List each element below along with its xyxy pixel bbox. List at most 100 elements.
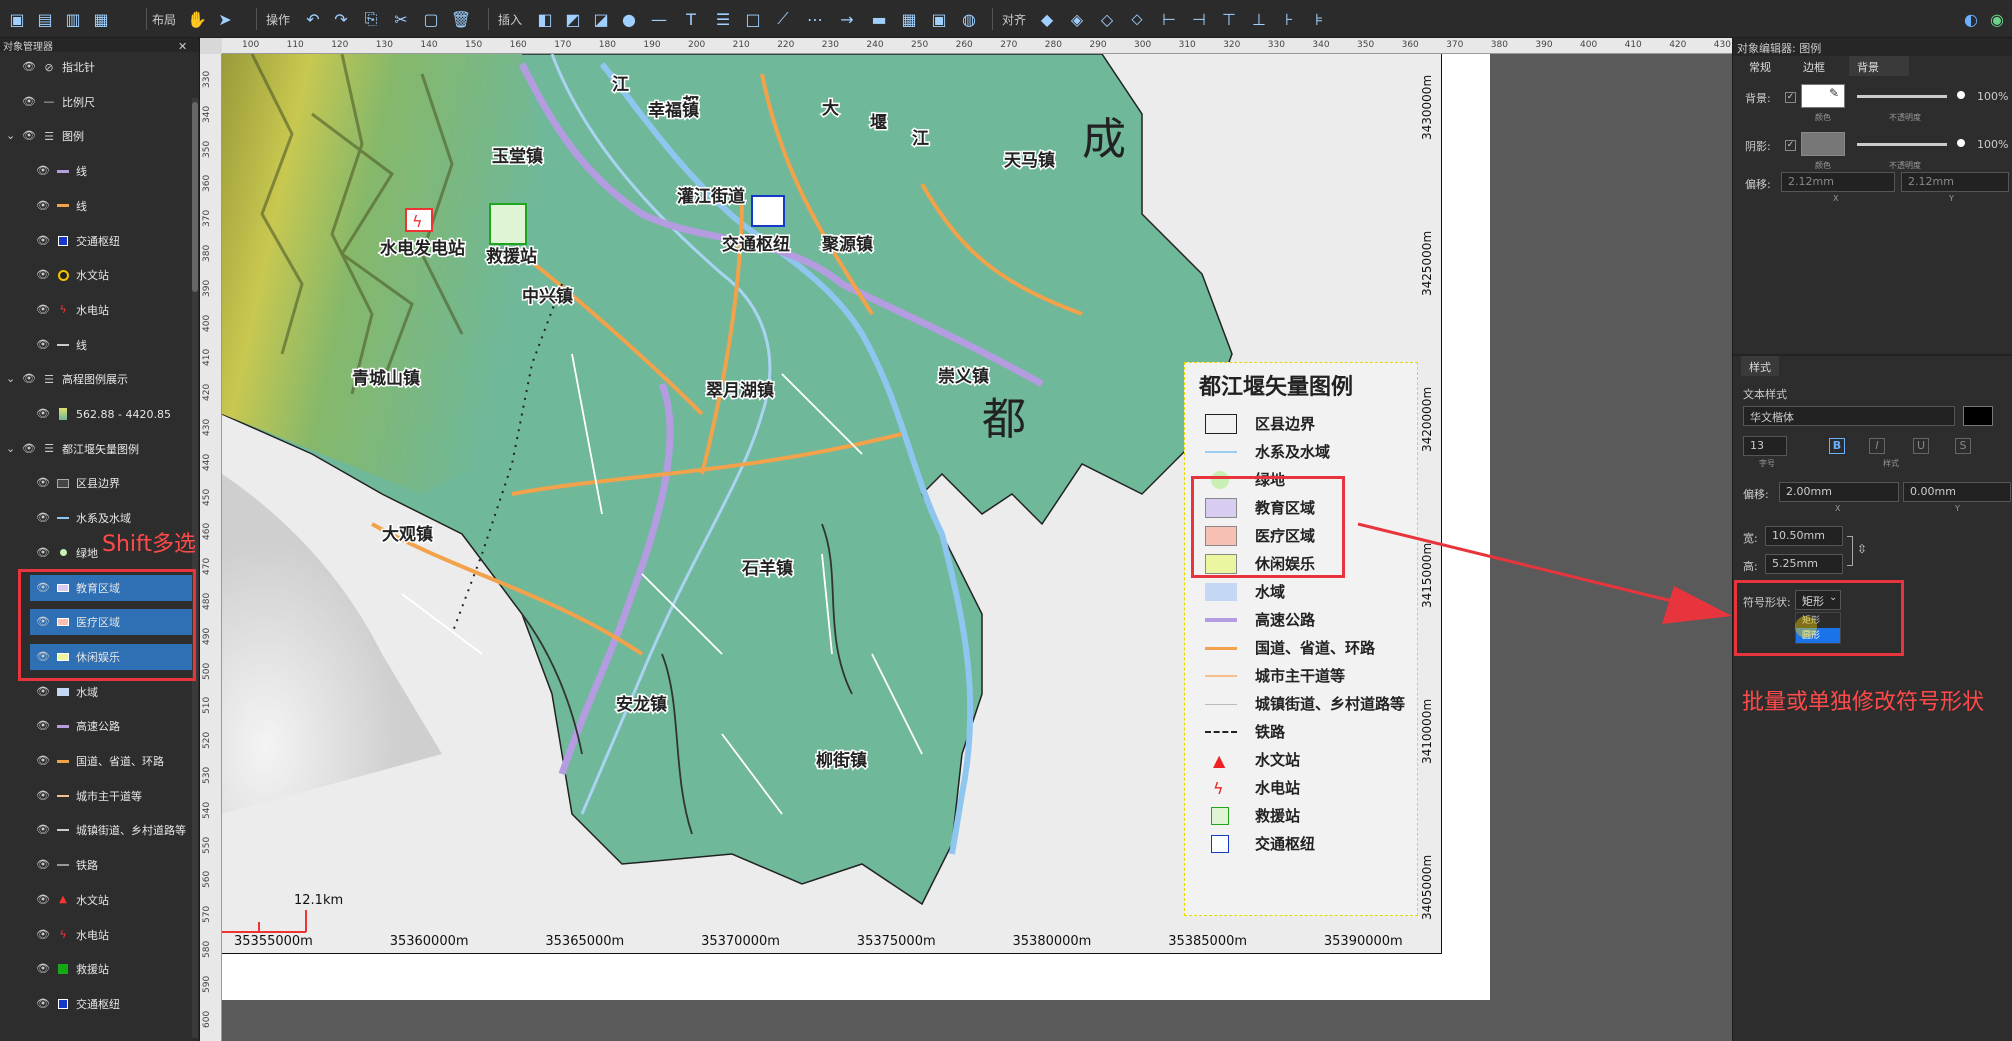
layer-item[interactable]: 👁 — 比例尺 — [0, 89, 192, 115]
insert-globe-icon[interactable]: ◍ — [958, 8, 980, 30]
send-backward-icon[interactable]: ◇ — [1096, 8, 1118, 30]
layer-list-scrollbar[interactable] — [192, 98, 198, 1038]
layer-item[interactable]: 👁 国道、省道、环路 — [0, 748, 192, 774]
legend-item[interactable]: 城市主干道等 — [1205, 665, 1415, 687]
align-middle-icon[interactable]: ⊦ — [1278, 8, 1300, 30]
strikeout-icon[interactable]: S — [1955, 438, 1971, 454]
legend-item[interactable]: 救援站 — [1205, 805, 1415, 827]
insert-map-icon[interactable]: ◧ — [534, 8, 556, 30]
save-icon[interactable]: ▤ — [34, 8, 56, 30]
visibility-eye-icon[interactable]: 👁 — [36, 477, 50, 489]
shadow-offset-x-input[interactable]: 2.12mm — [1781, 172, 1895, 192]
align-center-icon[interactable]: ⊣ — [1188, 8, 1210, 30]
layer-item[interactable]: 👁 562.88 - 4420.85 — [0, 401, 192, 427]
layer-item[interactable]: 👁 交通枢纽 — [0, 228, 192, 254]
legend-item[interactable]: 水系及水域 — [1205, 441, 1415, 463]
layer-item[interactable]: 👁 ⊘ 指北针 — [0, 54, 192, 80]
layer-item[interactable]: ⌄ 👁 ☰ 高程图例展示 — [0, 366, 192, 392]
layer-item[interactable]: 👁 线 — [0, 332, 192, 358]
account-icon[interactable]: ◉ — [1986, 8, 2008, 30]
insert-callout-icon[interactable]: ▬ — [868, 8, 890, 30]
visibility-eye-icon[interactable]: 👁 — [36, 685, 50, 698]
legend-item[interactable]: 城镇街道、乡村道路等 — [1205, 693, 1415, 715]
visibility-eye-icon[interactable]: 👁 — [36, 338, 50, 351]
layer-item[interactable]: ⌄ 👁 ☰ 图例 — [0, 123, 192, 149]
tab-border[interactable]: 边框 — [1795, 56, 1833, 76]
insert-line-icon[interactable]: — — [648, 8, 670, 30]
slider-handle[interactable] — [1957, 139, 1965, 147]
insert-arrow-icon[interactable]: → — [836, 8, 858, 30]
insert-picture-icon[interactable]: ◪ — [590, 8, 612, 30]
visibility-eye-icon[interactable]: 👁 — [22, 442, 36, 455]
background-checkbox[interactable]: ✓ — [1785, 92, 1796, 103]
underline-icon[interactable]: U — [1913, 438, 1929, 454]
text-offset-x-input[interactable]: 2.00mm — [1779, 482, 1899, 502]
font-size-select[interactable]: 13 — [1743, 436, 1787, 456]
print-icon[interactable]: ▦ — [90, 8, 112, 30]
layer-item[interactable]: 👁 高速公路 — [0, 713, 192, 739]
layer-item[interactable]: 👁 区县边界 — [0, 470, 192, 496]
visibility-eye-icon[interactable]: 👁 — [22, 61, 36, 73]
insert-image-icon[interactable]: ▣ — [928, 8, 950, 30]
eyedropper-icon[interactable]: ✎ — [1829, 86, 1843, 106]
collapse-chevron-icon[interactable]: ⌄ — [6, 442, 18, 455]
bold-icon[interactable]: B — [1829, 438, 1845, 454]
lock-ratio-icon[interactable]: ⇳ — [1857, 542, 1867, 556]
close-icon[interactable]: ✕ — [178, 40, 187, 53]
paste-icon[interactable]: ▢ — [420, 8, 442, 30]
layer-item[interactable]: 👁 救援站 — [0, 956, 192, 982]
visibility-eye-icon[interactable]: 👁 — [22, 373, 36, 385]
collapse-chevron-icon[interactable]: ⌄ — [6, 130, 18, 142]
copy-icon[interactable]: ⎘ — [360, 8, 382, 30]
redo-icon[interactable]: ↷ — [330, 8, 352, 30]
symbol-width-input[interactable]: 10.50mm — [1765, 526, 1843, 546]
visibility-eye-icon[interactable]: 👁 — [36, 234, 50, 247]
undo-icon[interactable]: ↶ — [302, 8, 324, 30]
help-icon[interactable]: ◐ — [1960, 8, 1982, 30]
visibility-eye-icon[interactable]: 👁 — [36, 997, 50, 1010]
new-file-icon[interactable]: ▣ — [6, 8, 28, 30]
layer-item[interactable]: 👁 水域 — [0, 679, 192, 705]
select-arrow-icon[interactable]: ➤ — [214, 8, 236, 30]
visibility-eye-icon[interactable]: 👁 — [36, 165, 50, 177]
insert-circle-icon[interactable]: ● — [618, 8, 640, 30]
layer-item[interactable]: 👁 城市主干道等 — [0, 783, 192, 809]
layer-item[interactable]: ⌄ 👁 ☰ 都江堰矢量图例 — [0, 436, 192, 462]
visibility-eye-icon[interactable]: 👁 — [36, 859, 50, 871]
visibility-eye-icon[interactable]: 👁 — [36, 720, 50, 732]
shadow-offset-y-input[interactable]: 2.12mm — [1901, 172, 2009, 192]
legend-item[interactable]: 铁路 — [1205, 721, 1415, 743]
shadow-checkbox[interactable]: ✓ — [1785, 140, 1796, 151]
insert-polyline-icon[interactable]: ⟋ — [772, 8, 794, 30]
collapse-chevron-icon[interactable]: ⌄ — [6, 373, 18, 385]
text-offset-y-input[interactable]: 0.00mm — [1903, 482, 2011, 502]
visibility-eye-icon[interactable]: 👁 — [36, 512, 50, 524]
layer-item[interactable]: 👁 线 — [0, 158, 192, 184]
insert-list-icon[interactable]: ☰ — [712, 8, 734, 30]
cut-icon[interactable]: ✂ — [390, 8, 412, 30]
align-right-icon[interactable]: ⊤ — [1218, 8, 1240, 30]
legend-item[interactable]: ϟ 水电站 — [1205, 777, 1415, 799]
italic-icon[interactable]: I — [1869, 438, 1885, 454]
visibility-eye-icon[interactable]: 👁 — [36, 928, 50, 941]
align-left-icon[interactable]: ⊢ — [1158, 8, 1180, 30]
legend-item[interactable]: 交通枢纽 — [1205, 833, 1415, 855]
layer-item[interactable]: 👁 ▲ 水文站 — [0, 887, 192, 913]
visibility-eye-icon[interactable]: 👁 — [36, 546, 50, 559]
send-back-icon[interactable]: ⬦ — [1126, 8, 1148, 30]
layer-item[interactable]: 👁 ϟ 水电站 — [0, 297, 192, 323]
legend-item[interactable]: 国道、省道、环路 — [1205, 637, 1415, 659]
visibility-eye-icon[interactable]: 👁 — [36, 963, 50, 975]
legend-item[interactable]: 区县边界 — [1205, 413, 1415, 435]
tab-general[interactable]: 常规 — [1741, 56, 1779, 76]
shadow-opacity-slider[interactable] — [1857, 143, 1947, 146]
font-family-select[interactable]: 华文楷体 — [1743, 406, 1955, 426]
delete-icon[interactable]: 🗑 — [450, 8, 472, 30]
layer-item[interactable]: 👁 铁路 — [0, 852, 192, 878]
layer-item[interactable]: 👁 线 — [0, 193, 192, 219]
visibility-eye-icon[interactable]: 👁 — [36, 755, 50, 767]
layer-item[interactable]: 👁 交通枢纽 — [0, 991, 192, 1017]
layer-item[interactable]: 👁 城镇街道、乡村道路等 — [0, 817, 192, 843]
insert-frame-icon[interactable]: ◩ — [562, 8, 584, 30]
visibility-eye-icon[interactable]: 👁 — [36, 893, 50, 906]
